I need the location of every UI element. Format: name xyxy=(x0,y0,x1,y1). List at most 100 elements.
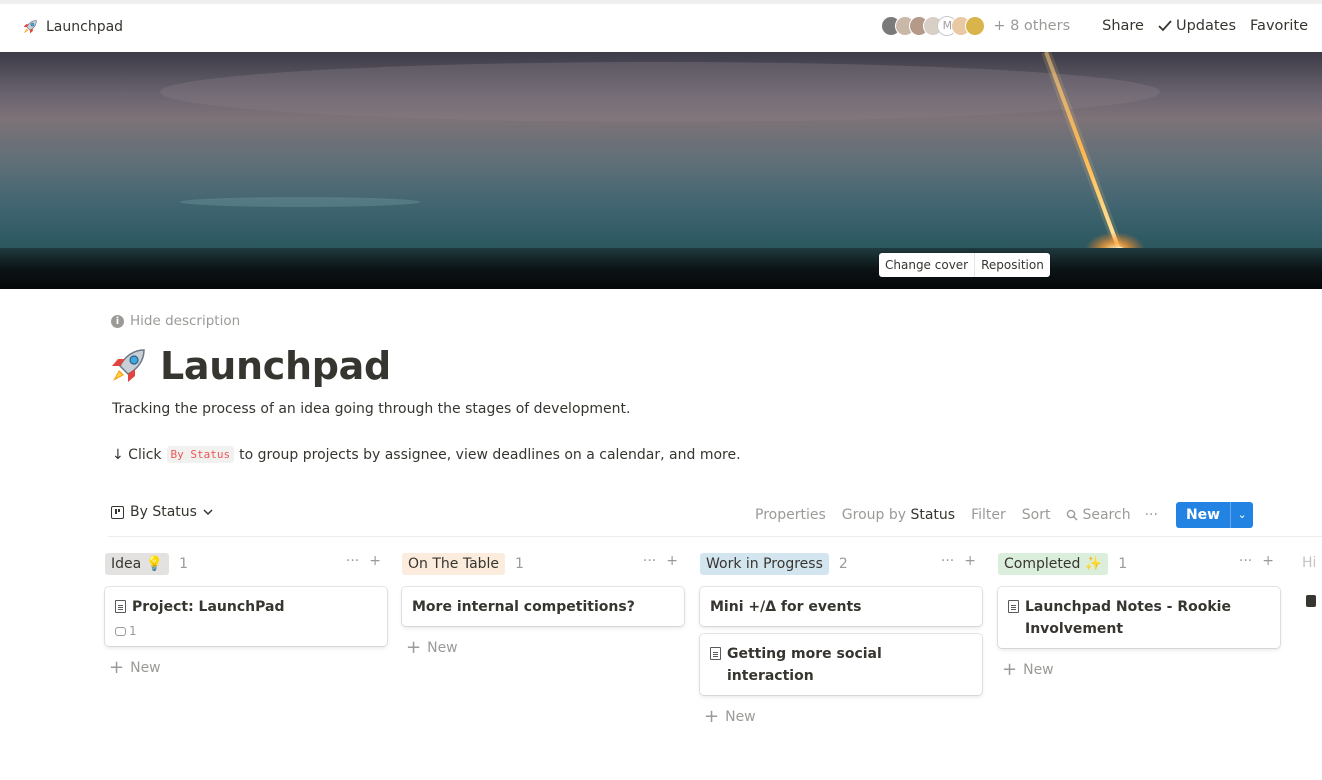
filter-button[interactable]: Filter xyxy=(971,507,1006,523)
add-new-card[interactable]: + New xyxy=(105,657,387,678)
search-icon xyxy=(1067,509,1078,521)
hidden-groups-label[interactable]: Hi xyxy=(1302,555,1316,571)
group-by-label: Group by xyxy=(841,507,907,523)
comment-icon xyxy=(115,626,126,636)
top-actions: M + 8 others Share Updates Favorite xyxy=(881,16,1308,36)
comment-count: 1 xyxy=(115,624,377,638)
add-new-card[interactable]: + New xyxy=(402,637,684,658)
add-new-card[interactable]: + New xyxy=(700,706,982,727)
card-title: More internal competitions? xyxy=(412,599,635,615)
add-new-card[interactable]: + New xyxy=(998,659,1280,680)
add-new-label: New xyxy=(725,709,756,725)
status-tag[interactable]: Work in Progress xyxy=(700,553,829,575)
chevron-down-icon xyxy=(203,508,213,515)
board-card[interactable]: Project: LaunchPad 1 xyxy=(105,587,387,646)
page-title-text[interactable]: Launchpad xyxy=(160,343,391,389)
column-header: Idea 💡 1 ··· + xyxy=(105,552,387,576)
plus-icon: + xyxy=(406,637,422,658)
inline-code: By Status xyxy=(166,446,235,463)
group-by-button[interactable]: Group by Status xyxy=(842,507,955,523)
add-card-icon[interactable]: + xyxy=(964,553,976,569)
board-column-idea: Idea 💡 1 ··· + Project: LaunchPad 1 + Ne… xyxy=(105,552,387,678)
board-view-icon xyxy=(111,505,124,519)
status-tag[interactable]: Idea 💡 xyxy=(105,553,170,575)
card-title: Launchpad Notes - Rookie Involvement xyxy=(1025,599,1231,637)
page-icon xyxy=(115,600,126,613)
column-options: ··· + xyxy=(1239,553,1274,569)
plus-icon: + xyxy=(109,657,125,678)
sort-button[interactable]: Sort xyxy=(1022,507,1051,523)
more-icon[interactable]: ··· xyxy=(643,553,656,569)
rocket-icon[interactable] xyxy=(108,346,148,386)
view-toolbar: By Status Properties Group by Status Fil… xyxy=(108,500,1322,537)
new-button[interactable]: New ⌄ xyxy=(1175,502,1254,528)
add-card-icon[interactable]: + xyxy=(369,553,381,569)
info-icon: i xyxy=(111,314,124,328)
add-new-label: New xyxy=(1023,662,1054,678)
column-header: Work in Progress 2 ··· + xyxy=(700,552,982,576)
rocket-icon xyxy=(23,20,37,34)
page-icon xyxy=(710,647,721,660)
page-title[interactable]: Launchpad xyxy=(108,343,391,389)
new-button-label[interactable]: New xyxy=(1175,502,1231,528)
board-column-completed: Completed ✨ 1 ··· + Launchpad Notes - Ro… xyxy=(998,552,1280,680)
more-icon[interactable]: ··· xyxy=(941,553,954,569)
comment-count-value: 1 xyxy=(129,624,137,638)
group-by-value: Status xyxy=(910,507,956,523)
reposition-button[interactable]: Reposition xyxy=(975,253,1050,277)
column-count: 1 xyxy=(515,556,524,572)
page-instruction: ↓ Click By Status to group projects by a… xyxy=(112,446,741,463)
instruction-suffix: to group projects by assignee, view dead… xyxy=(239,446,741,463)
plus-icon: + xyxy=(1002,659,1018,680)
plus-icon: + xyxy=(704,706,720,727)
board-card[interactable]: More internal competitions? xyxy=(402,587,684,626)
more-icon[interactable]: ··· xyxy=(1239,553,1252,569)
updates-button[interactable]: Updates xyxy=(1158,18,1236,34)
add-new-label: New xyxy=(130,660,161,676)
board-card[interactable]: Launchpad Notes - Rookie Involvement xyxy=(998,587,1280,648)
top-bar: Launchpad M + 8 others Share Updates Fav… xyxy=(0,0,1322,52)
board-column-on-the-table: On The Table 1 ··· + More internal compe… xyxy=(402,552,684,658)
search-label: Search xyxy=(1082,507,1131,523)
view-name: By Status xyxy=(130,504,197,520)
instruction-prefix: ↓ Click xyxy=(112,446,162,463)
search-button[interactable]: Search xyxy=(1066,507,1131,523)
breadcrumb[interactable]: Launchpad xyxy=(22,19,123,35)
column-count: 1 xyxy=(1118,556,1128,572)
board-card[interactable]: Getting more social interaction xyxy=(700,634,982,695)
change-cover-button[interactable]: Change cover xyxy=(879,253,974,277)
column-options: ··· + xyxy=(643,553,678,569)
favorite-button[interactable]: Favorite xyxy=(1250,18,1308,34)
column-count: 1 xyxy=(179,556,189,572)
collaborator-avatars[interactable]: M xyxy=(881,16,986,36)
more-options-button[interactable]: ··· xyxy=(1145,507,1158,523)
add-new-label: New xyxy=(427,640,458,656)
page-icon xyxy=(1008,600,1019,613)
others-count[interactable]: + 8 others xyxy=(993,18,1070,34)
more-icon[interactable]: ··· xyxy=(346,553,359,569)
column-header: On The Table 1 ··· + xyxy=(402,552,684,576)
cover-actions: Change cover Reposition xyxy=(879,253,1050,277)
board-card[interactable]: Mini +/Δ for events xyxy=(700,587,982,626)
check-icon xyxy=(1158,20,1172,32)
hide-description-toggle[interactable]: i Hide description xyxy=(111,313,240,329)
chevron-down-icon[interactable]: ⌄ xyxy=(1230,502,1254,528)
column-options: ··· + xyxy=(346,553,381,569)
add-card-icon[interactable]: + xyxy=(666,553,678,569)
comment-icon[interactable] xyxy=(1306,595,1316,607)
breadcrumb-label: Launchpad xyxy=(46,19,124,35)
board-column-work-in-progress: Work in Progress 2 ··· + Mini +/Δ for ev… xyxy=(700,552,982,727)
add-card-icon[interactable]: + xyxy=(1262,553,1274,569)
card-title: Getting more social interaction xyxy=(727,646,882,684)
properties-button[interactable]: Properties xyxy=(755,507,826,523)
view-actions: Properties Group by Status Filter Sort S… xyxy=(755,502,1254,528)
hide-description-label: Hide description xyxy=(130,313,241,329)
status-tag[interactable]: Completed ✨ xyxy=(998,553,1109,575)
card-title: Project: LaunchPad xyxy=(132,599,285,615)
column-header: Completed ✨ 1 ··· + xyxy=(998,552,1280,576)
share-button[interactable]: Share xyxy=(1102,18,1144,34)
status-tag[interactable]: On The Table xyxy=(402,553,506,575)
view-selector[interactable]: By Status xyxy=(111,504,213,520)
column-options: ··· + xyxy=(941,553,976,569)
shoreline xyxy=(0,248,1322,289)
